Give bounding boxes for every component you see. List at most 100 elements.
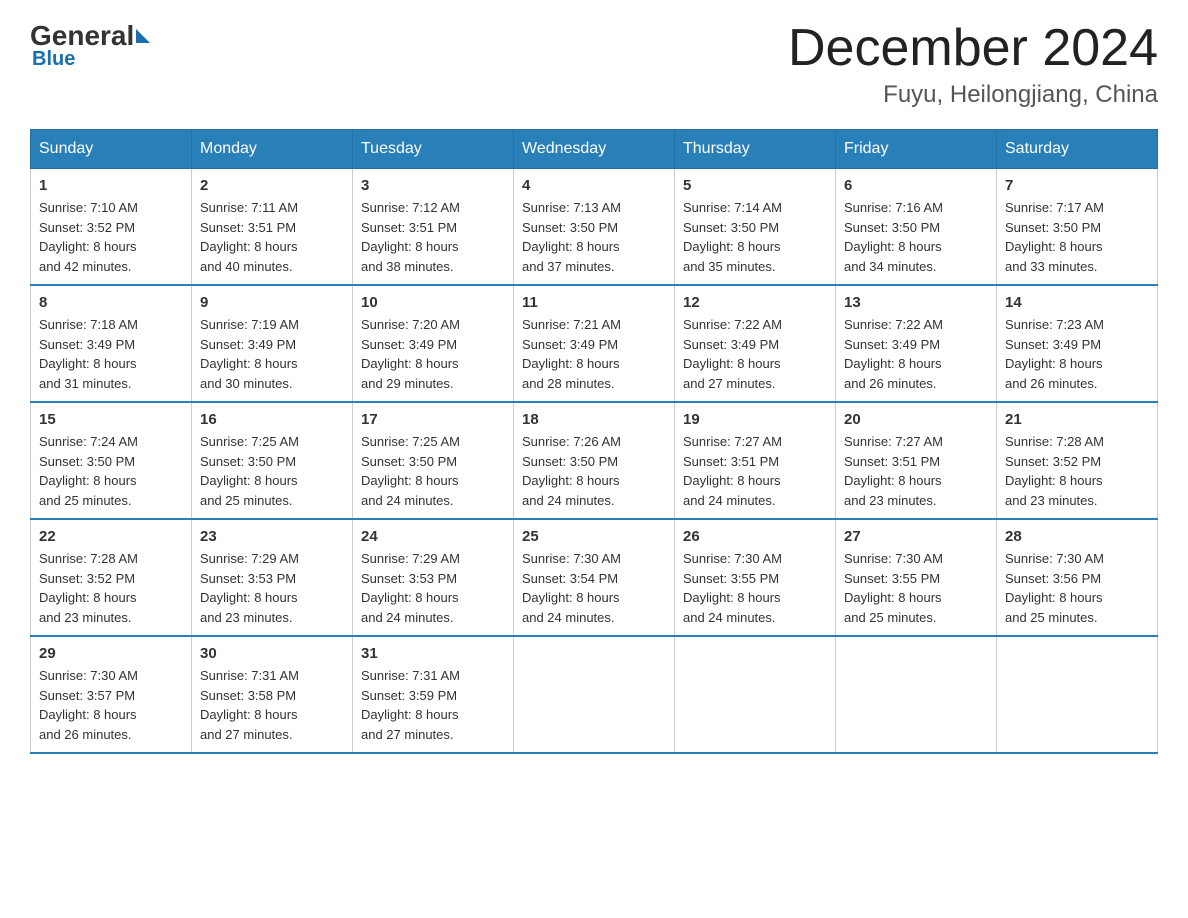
logo-arrow-icon [136,29,150,43]
day-number: 30 [200,645,344,662]
day-number: 13 [844,294,988,311]
day-number: 22 [39,528,183,545]
calendar-cell: 28Sunrise: 7:30 AMSunset: 3:56 PMDayligh… [997,519,1158,636]
title-section: December 2024 Fuyu, Heilongjiang, China [788,20,1158,109]
day-number: 14 [1005,294,1149,311]
day-info: Sunrise: 7:13 AMSunset: 3:50 PMDaylight:… [522,198,666,276]
week-row-2: 8 Sunrise: 7:18 AMSunset: 3:49 PMDaylight… [31,285,1158,402]
calendar-cell: 4 Sunrise: 7:13 AMSunset: 3:50 PMDaylight… [514,169,675,286]
calendar-cell: 18 Sunrise: 7:26 AMSunset: 3:50 PMDayligh… [514,402,675,519]
header-wednesday: Wednesday [514,130,675,169]
header-tuesday: Tuesday [353,130,514,169]
calendar-cell [836,636,997,753]
header-thursday: Thursday [675,130,836,169]
day-number: 25 [522,528,666,545]
week-row-1: 1 Sunrise: 7:10 AMSunset: 3:52 PMDaylight… [31,169,1158,286]
day-info: Sunrise: 7:23 AMSunset: 3:49 PMDaylight:… [1005,315,1149,393]
week-row-3: 15Sunrise: 7:24 AMSunset: 3:50 PMDayligh… [31,402,1158,519]
calendar-cell [675,636,836,753]
calendar-cell: 26Sunrise: 7:30 AMSunset: 3:55 PMDayligh… [675,519,836,636]
day-info: Sunrise: 7:12 AMSunset: 3:51 PMDaylight:… [361,198,505,276]
day-number: 12 [683,294,827,311]
day-info: Sunrise: 7:22 AMSunset: 3:49 PMDaylight:… [844,315,988,393]
day-number: 23 [200,528,344,545]
calendar-cell: 23 Sunrise: 7:29 AMSunset: 3:53 PMDayligh… [192,519,353,636]
page-header: General Blue December 2024 Fuyu, Heilong… [30,20,1158,109]
day-info: Sunrise: 7:18 AMSunset: 3:49 PMDaylight:… [39,315,183,393]
calendar-cell: 19Sunrise: 7:27 AMSunset: 3:51 PMDayligh… [675,402,836,519]
day-info: Sunrise: 7:28 AMSunset: 3:52 PMDaylight:… [39,549,183,627]
day-info: Sunrise: 7:19 AMSunset: 3:49 PMDaylight:… [200,315,344,393]
day-number: 29 [39,645,183,662]
calendar-cell: 12Sunrise: 7:22 AMSunset: 3:49 PMDayligh… [675,285,836,402]
calendar-cell: 17Sunrise: 7:25 AMSunset: 3:50 PMDayligh… [353,402,514,519]
day-info: Sunrise: 7:10 AMSunset: 3:52 PMDaylight:… [39,198,183,276]
day-number: 26 [683,528,827,545]
day-number: 4 [522,177,666,194]
day-info: Sunrise: 7:11 AMSunset: 3:51 PMDaylight:… [200,198,344,276]
day-number: 18 [522,411,666,428]
day-number: 20 [844,411,988,428]
day-info: Sunrise: 7:31 AMSunset: 3:58 PMDaylight:… [200,666,344,744]
header-sunday: Sunday [31,130,192,169]
calendar-cell: 31Sunrise: 7:31 AMSunset: 3:59 PMDayligh… [353,636,514,753]
calendar-cell [514,636,675,753]
day-number: 2 [200,177,344,194]
day-number: 24 [361,528,505,545]
day-number: 11 [522,294,666,311]
day-info: Sunrise: 7:27 AMSunset: 3:51 PMDaylight:… [844,432,988,510]
calendar-cell: 14 Sunrise: 7:23 AMSunset: 3:49 PMDayligh… [997,285,1158,402]
calendar-cell: 1 Sunrise: 7:10 AMSunset: 3:52 PMDaylight… [31,169,192,286]
location-title: Fuyu, Heilongjiang, China [788,81,1158,109]
day-number: 27 [844,528,988,545]
calendar-cell: 8 Sunrise: 7:18 AMSunset: 3:49 PMDaylight… [31,285,192,402]
week-row-4: 22 Sunrise: 7:28 AMSunset: 3:52 PMDayligh… [31,519,1158,636]
day-info: Sunrise: 7:20 AMSunset: 3:49 PMDaylight:… [361,315,505,393]
calendar-cell: 13 Sunrise: 7:22 AMSunset: 3:49 PMDayligh… [836,285,997,402]
calendar-cell: 6Sunrise: 7:16 AMSunset: 3:50 PMDaylight… [836,169,997,286]
calendar-cell: 9 Sunrise: 7:19 AMSunset: 3:49 PMDaylight… [192,285,353,402]
calendar-cell [997,636,1158,753]
calendar-cell: 29 Sunrise: 7:30 AMSunset: 3:57 PMDayligh… [31,636,192,753]
calendar-header-row: SundayMondayTuesdayWednesdayThursdayFrid… [31,130,1158,169]
calendar-cell: 24Sunrise: 7:29 AMSunset: 3:53 PMDayligh… [353,519,514,636]
day-number: 19 [683,411,827,428]
header-saturday: Saturday [997,130,1158,169]
day-number: 3 [361,177,505,194]
day-number: 16 [200,411,344,428]
calendar-cell: 10 Sunrise: 7:20 AMSunset: 3:49 PMDayligh… [353,285,514,402]
calendar-cell: 5 Sunrise: 7:14 AMSunset: 3:50 PMDaylight… [675,169,836,286]
day-number: 17 [361,411,505,428]
header-monday: Monday [192,130,353,169]
week-row-5: 29 Sunrise: 7:30 AMSunset: 3:57 PMDayligh… [31,636,1158,753]
day-info: Sunrise: 7:17 AMSunset: 3:50 PMDaylight:… [1005,198,1149,276]
day-number: 31 [361,645,505,662]
day-number: 5 [683,177,827,194]
logo-blue: Blue [32,48,75,71]
day-number: 8 [39,294,183,311]
calendar-cell: 20 Sunrise: 7:27 AMSunset: 3:51 PMDayligh… [836,402,997,519]
calendar-table: SundayMondayTuesdayWednesdayThursdayFrid… [30,129,1158,754]
logo: General Blue [30,20,152,71]
day-number: 9 [200,294,344,311]
day-number: 10 [361,294,505,311]
day-number: 28 [1005,528,1149,545]
day-number: 15 [39,411,183,428]
calendar-cell: 11Sunrise: 7:21 AMSunset: 3:49 PMDayligh… [514,285,675,402]
day-info: Sunrise: 7:30 AMSunset: 3:55 PMDaylight:… [844,549,988,627]
day-info: Sunrise: 7:26 AMSunset: 3:50 PMDaylight:… [522,432,666,510]
calendar-cell: 16 Sunrise: 7:25 AMSunset: 3:50 PMDayligh… [192,402,353,519]
calendar-cell: 3 Sunrise: 7:12 AMSunset: 3:51 PMDaylight… [353,169,514,286]
day-number: 21 [1005,411,1149,428]
day-number: 1 [39,177,183,194]
month-title: December 2024 [788,20,1158,77]
day-info: Sunrise: 7:25 AMSunset: 3:50 PMDaylight:… [200,432,344,510]
header-friday: Friday [836,130,997,169]
day-info: Sunrise: 7:30 AMSunset: 3:57 PMDaylight:… [39,666,183,744]
calendar-cell: 27 Sunrise: 7:30 AMSunset: 3:55 PMDayligh… [836,519,997,636]
calendar-cell: 15Sunrise: 7:24 AMSunset: 3:50 PMDayligh… [31,402,192,519]
calendar-cell: 25Sunrise: 7:30 AMSunset: 3:54 PMDayligh… [514,519,675,636]
day-info: Sunrise: 7:14 AMSunset: 3:50 PMDaylight:… [683,198,827,276]
day-info: Sunrise: 7:29 AMSunset: 3:53 PMDaylight:… [200,549,344,627]
calendar-cell: 30 Sunrise: 7:31 AMSunset: 3:58 PMDayligh… [192,636,353,753]
